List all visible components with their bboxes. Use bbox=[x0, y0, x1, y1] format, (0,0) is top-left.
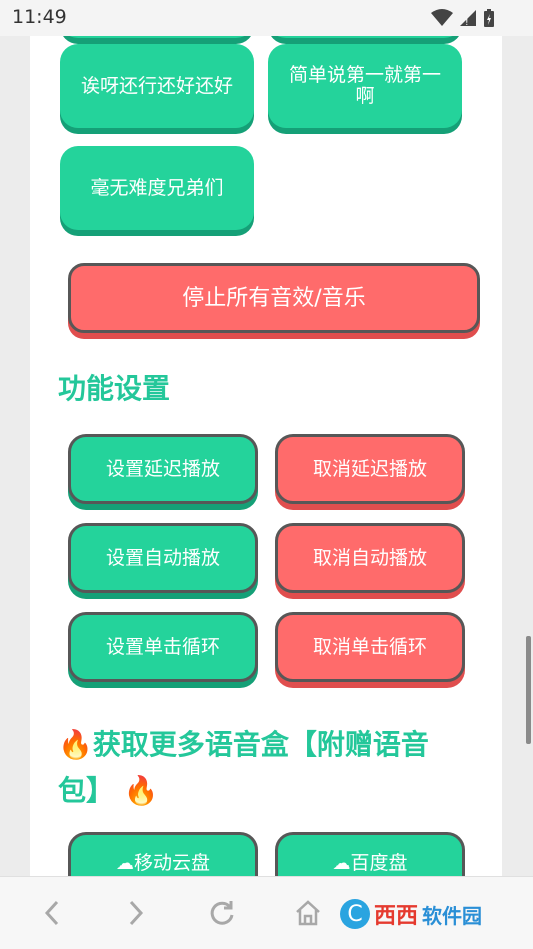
status-time: 11:49 bbox=[12, 6, 67, 28]
cancel-loop-button[interactable]: 取消单击循环 bbox=[275, 612, 465, 682]
signal-icon: ! bbox=[460, 10, 476, 27]
sound-button-3[interactable]: 毫无难度兄弟们 bbox=[60, 146, 254, 230]
home-icon bbox=[296, 900, 320, 926]
baidu-pan-label: 百度盘 bbox=[350, 852, 408, 874]
cancel-delay-button[interactable]: 取消延迟播放 bbox=[275, 434, 465, 504]
mobile-cloud-label: 移动云盘 bbox=[133, 852, 210, 874]
status-bar: 11:49 ! bbox=[0, 0, 533, 36]
more-voicebox-heading: 🔥获取更多语音盒【附赠语音包】 🔥 bbox=[58, 722, 478, 814]
page-content: 诶呀还行还好还好 简单说第一就第一啊 毫无难度兄弟们 停止所有音效/音乐 功能设… bbox=[30, 36, 502, 876]
cloud-icon: ☁ bbox=[332, 853, 351, 874]
sound-button-2[interactable]: 简单说第一就第一啊 bbox=[268, 44, 462, 128]
mobile-cloud-button[interactable]: ☁ 移动云盘 bbox=[68, 832, 258, 876]
more-voicebox-title: 获取更多语音盒【附赠语音包】 bbox=[58, 728, 429, 807]
set-loop-button[interactable]: 设置单击循环 bbox=[68, 612, 258, 682]
fire-icon-right: 🔥 bbox=[123, 774, 159, 807]
sound-button-1[interactable]: 诶呀还行还好还好 bbox=[60, 44, 254, 128]
refresh-icon bbox=[210, 901, 234, 925]
cancel-auto-button[interactable]: 取消自动播放 bbox=[275, 523, 465, 593]
home-button[interactable] bbox=[278, 877, 338, 949]
wifi-icon bbox=[431, 9, 453, 26]
scrollbar-thumb[interactable] bbox=[526, 636, 531, 744]
site-watermark: C 西西 软件园 bbox=[340, 895, 520, 933]
forward-button[interactable] bbox=[106, 877, 166, 949]
partial-top-left-button[interactable] bbox=[60, 36, 254, 38]
svg-text:!: ! bbox=[465, 18, 469, 27]
battery-icon bbox=[484, 9, 494, 27]
watermark-text-red: 西西 bbox=[374, 904, 419, 929]
partial-top-right-button[interactable] bbox=[268, 36, 462, 38]
function-settings-title: 功能设置 bbox=[58, 372, 171, 405]
chevron-left-icon bbox=[44, 900, 59, 926]
baidu-pan-button[interactable]: ☁ 百度盘 bbox=[275, 832, 465, 876]
refresh-button[interactable] bbox=[192, 877, 252, 949]
back-button[interactable] bbox=[22, 877, 82, 949]
watermark-logo-icon: C bbox=[340, 899, 370, 929]
status-icons: ! bbox=[431, 8, 495, 28]
cloud-icon: ☁ bbox=[115, 853, 134, 874]
chevron-right-icon bbox=[129, 900, 144, 926]
watermark-text-blue: 软件园 bbox=[422, 903, 483, 928]
stop-all-button[interactable]: 停止所有音效/音乐 bbox=[68, 263, 480, 333]
set-delay-button[interactable]: 设置延迟播放 bbox=[68, 434, 258, 504]
set-auto-button[interactable]: 设置自动播放 bbox=[68, 523, 258, 593]
fire-icon-left: 🔥 bbox=[58, 728, 93, 761]
